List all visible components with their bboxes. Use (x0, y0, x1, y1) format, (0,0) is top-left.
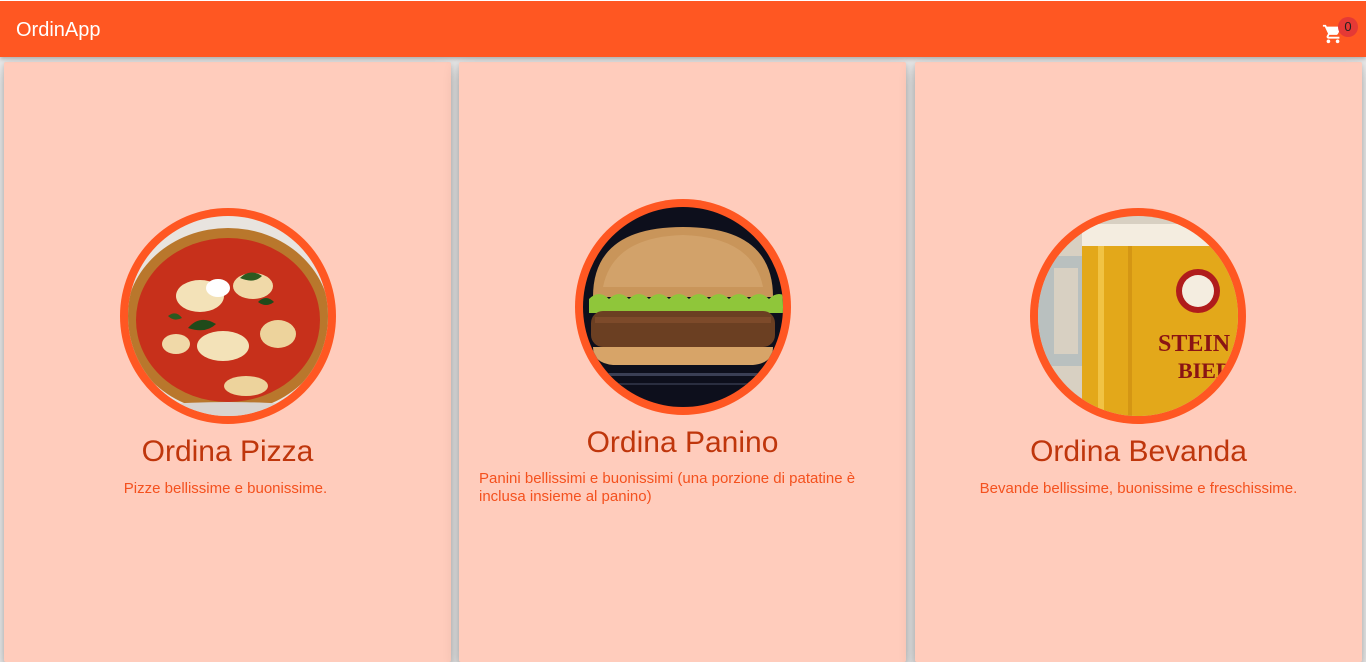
card-title-pizza: Ordina Pizza (141, 435, 314, 468)
card-title-panino: Ordina Panino (586, 426, 779, 459)
svg-text:STEIN: STEIN (1158, 331, 1231, 357)
cart-button[interactable]: 0 (1318, 17, 1358, 49)
burger-image (583, 207, 783, 407)
app-bar: OrdinApp 0 (0, 0, 1366, 57)
beer-image: STEIN BIER (1038, 216, 1238, 416)
card-description-pizza: Pizze bellissime e buonissime. (123, 480, 328, 497)
card-panino[interactable]: Ordina Panino Panini bellissimi e buonis… (459, 62, 906, 662)
cart-count-badge: 0 (1338, 17, 1358, 37)
card-pizza[interactable]: Ordina Pizza Pizze bellissime e buonissi… (4, 62, 451, 662)
card-bevanda[interactable]: STEIN BIER Ordina Bevanda Bevande bellis… (915, 62, 1362, 662)
app-title[interactable]: OrdinApp (16, 18, 101, 42)
card-description-panino: Panini bellissimi e buonissimi (una porz… (479, 470, 856, 505)
pizza-avatar (120, 208, 336, 424)
panino-avatar (575, 199, 791, 415)
bevanda-avatar: STEIN BIER (1030, 208, 1246, 424)
card-title-bevanda: Ordina Bevanda (1030, 435, 1247, 468)
pizza-image (128, 216, 328, 416)
svg-text:BIER: BIER (1178, 358, 1233, 383)
card-description-bevanda: Bevande bellissime, buonissime e freschi… (979, 480, 1298, 497)
